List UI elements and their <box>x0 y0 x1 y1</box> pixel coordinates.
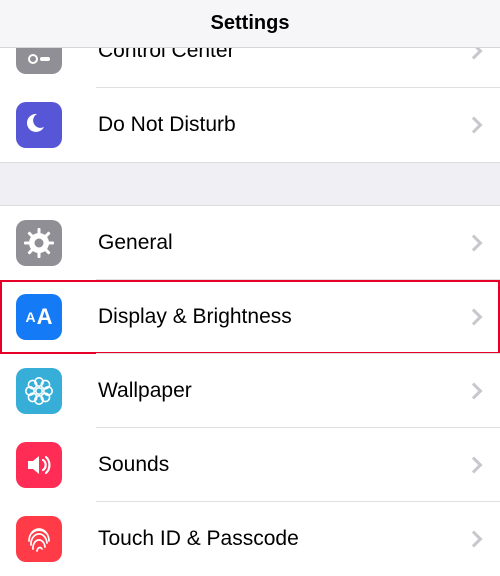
row-label: Control Center <box>98 48 468 63</box>
row-general[interactable]: General <box>0 206 500 280</box>
settings-group-1: Control Center Do Not Disturb <box>0 48 500 162</box>
row-label: Touch ID & Passcode <box>98 527 468 551</box>
chevron-right-icon <box>466 457 483 474</box>
gear-icon <box>16 220 62 266</box>
control-center-icon <box>16 48 62 74</box>
text-size-icon: AA <box>16 294 62 340</box>
chevron-right-icon <box>466 383 483 400</box>
chevron-right-icon <box>466 531 483 548</box>
row-label: Display & Brightness <box>98 305 468 329</box>
row-label: Wallpaper <box>98 379 468 403</box>
chevron-right-icon <box>466 117 483 134</box>
row-label: Sounds <box>98 453 468 477</box>
row-wallpaper[interactable]: Wallpaper <box>0 354 500 428</box>
chevron-right-icon <box>466 48 483 59</box>
chevron-right-icon <box>466 309 483 326</box>
row-touch-id-passcode[interactable]: Touch ID & Passcode <box>0 502 500 576</box>
settings-group-2: General AA Display & Brightness <box>0 206 500 576</box>
chevron-right-icon <box>466 235 483 252</box>
row-do-not-disturb[interactable]: Do Not Disturb <box>0 88 500 162</box>
page-title: Settings <box>211 12 290 35</box>
row-control-center[interactable]: Control Center <box>0 48 500 88</box>
row-display-brightness[interactable]: AA Display & Brightness <box>0 280 500 354</box>
row-sounds[interactable]: Sounds <box>0 428 500 502</box>
fingerprint-icon <box>16 516 62 562</box>
flower-icon <box>16 368 62 414</box>
section-separator <box>0 162 500 206</box>
row-label: Do Not Disturb <box>98 113 468 137</box>
row-label: General <box>98 231 468 255</box>
moon-icon <box>16 102 62 148</box>
speaker-icon <box>16 442 62 488</box>
settings-header: Settings <box>0 0 500 48</box>
